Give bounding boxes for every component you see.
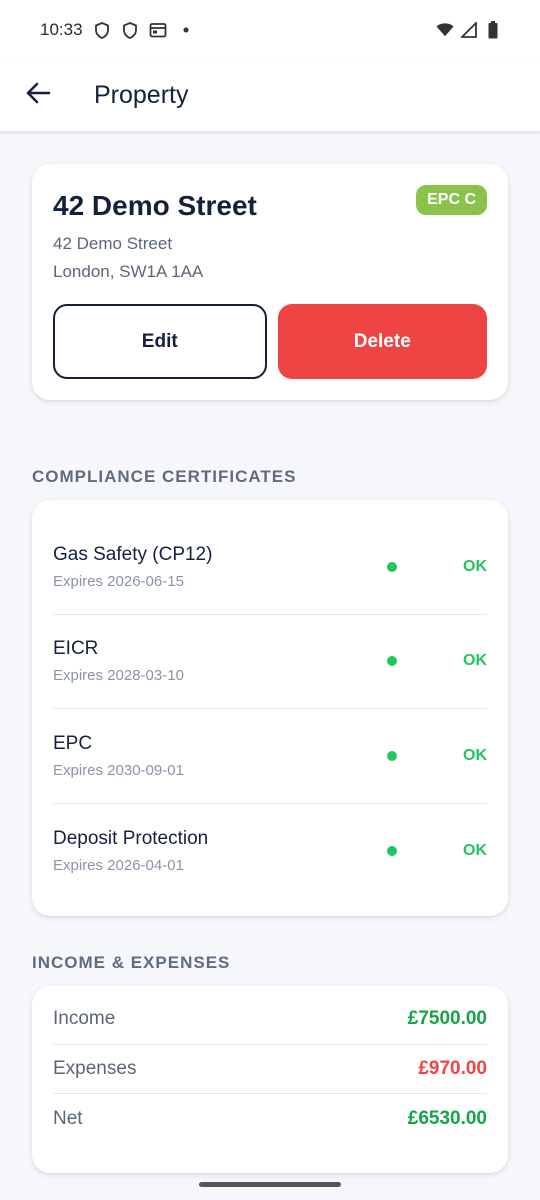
certificate-name: EPC	[53, 732, 93, 754]
arrow-left-icon	[25, 81, 51, 110]
status-bar: 10:33	[0, 0, 540, 60]
certificate-status: OK	[463, 746, 487, 764]
status-dot-icon	[387, 750, 397, 761]
finance-heading: INCOME & EXPENSES	[32, 953, 231, 972]
status-time: 10:33	[40, 20, 83, 39]
finance-value: £6530.00	[407, 1107, 487, 1129]
epc-badge: EPC C	[416, 185, 487, 215]
finance-card: Income £7500.00 Expenses £970.00 Net £65…	[32, 986, 508, 1173]
certificate-status: OK	[463, 557, 487, 575]
signal-icon	[460, 21, 478, 39]
finance-row-income: Income £7500.00	[53, 995, 487, 1045]
shield-icon	[121, 21, 139, 39]
status-dot-icon	[387, 656, 397, 667]
compliance-heading: COMPLIANCE CERTIFICATES	[32, 467, 297, 486]
certificate-expiry: Expires 2026-06-15	[53, 572, 184, 590]
certificate-expiry: Expires 2026-04-01	[53, 856, 184, 874]
dot-icon	[177, 21, 195, 39]
property-card: 42 Demo Street EPC C 42 Demo Street Lond…	[32, 164, 508, 400]
shield-icon	[93, 21, 111, 39]
address-line-2: London, SW1A 1AA	[53, 262, 204, 281]
certificate-name: EICR	[53, 638, 99, 660]
page-title: Property	[94, 81, 189, 109]
certificate-row[interactable]: EICR Expires 2028-03-10 OK	[53, 615, 487, 709]
finance-label: Expenses	[53, 1057, 137, 1079]
back-button[interactable]	[18, 76, 58, 116]
finance-value: £7500.00	[407, 1008, 487, 1030]
certificate-name: Deposit Protection	[53, 827, 209, 849]
wifi-icon	[436, 21, 454, 39]
finance-row-net: Net £6530.00	[53, 1094, 487, 1144]
app-bar: Property	[0, 60, 540, 132]
certificate-row[interactable]: Deposit Protection Expires 2026-04-01 OK	[53, 804, 487, 899]
delete-button[interactable]: Delete	[277, 304, 487, 379]
certificate-expiry: Expires 2028-03-10	[53, 667, 184, 685]
property-actions: Edit Delete	[53, 304, 487, 379]
certificate-row[interactable]: EPC Expires 2030-09-01 OK	[53, 709, 487, 804]
certificate-name: Gas Safety (CP12)	[53, 543, 213, 565]
status-dot-icon	[387, 845, 397, 856]
finance-row-expenses: Expenses £970.00	[53, 1045, 487, 1094]
address-line-1: 42 Demo Street	[53, 234, 173, 253]
edit-button[interactable]: Edit	[53, 304, 267, 379]
certificate-expiry: Expires 2030-09-01	[53, 761, 184, 779]
status-dot-icon	[387, 561, 397, 572]
certificate-status: OK	[463, 652, 487, 670]
battery-icon	[484, 21, 502, 39]
compliance-card: Gas Safety (CP12) Expires 2026-06-15 OK …	[32, 500, 508, 916]
certificate-row[interactable]: Gas Safety (CP12) Expires 2026-06-15 OK	[53, 520, 487, 615]
finance-value: £970.00	[418, 1057, 487, 1079]
gesture-nav-handle[interactable]	[199, 1182, 341, 1187]
finance-label: Net	[53, 1107, 83, 1129]
finance-label: Income	[53, 1008, 116, 1030]
calendar-icon	[149, 21, 167, 39]
certificate-status: OK	[463, 841, 487, 859]
